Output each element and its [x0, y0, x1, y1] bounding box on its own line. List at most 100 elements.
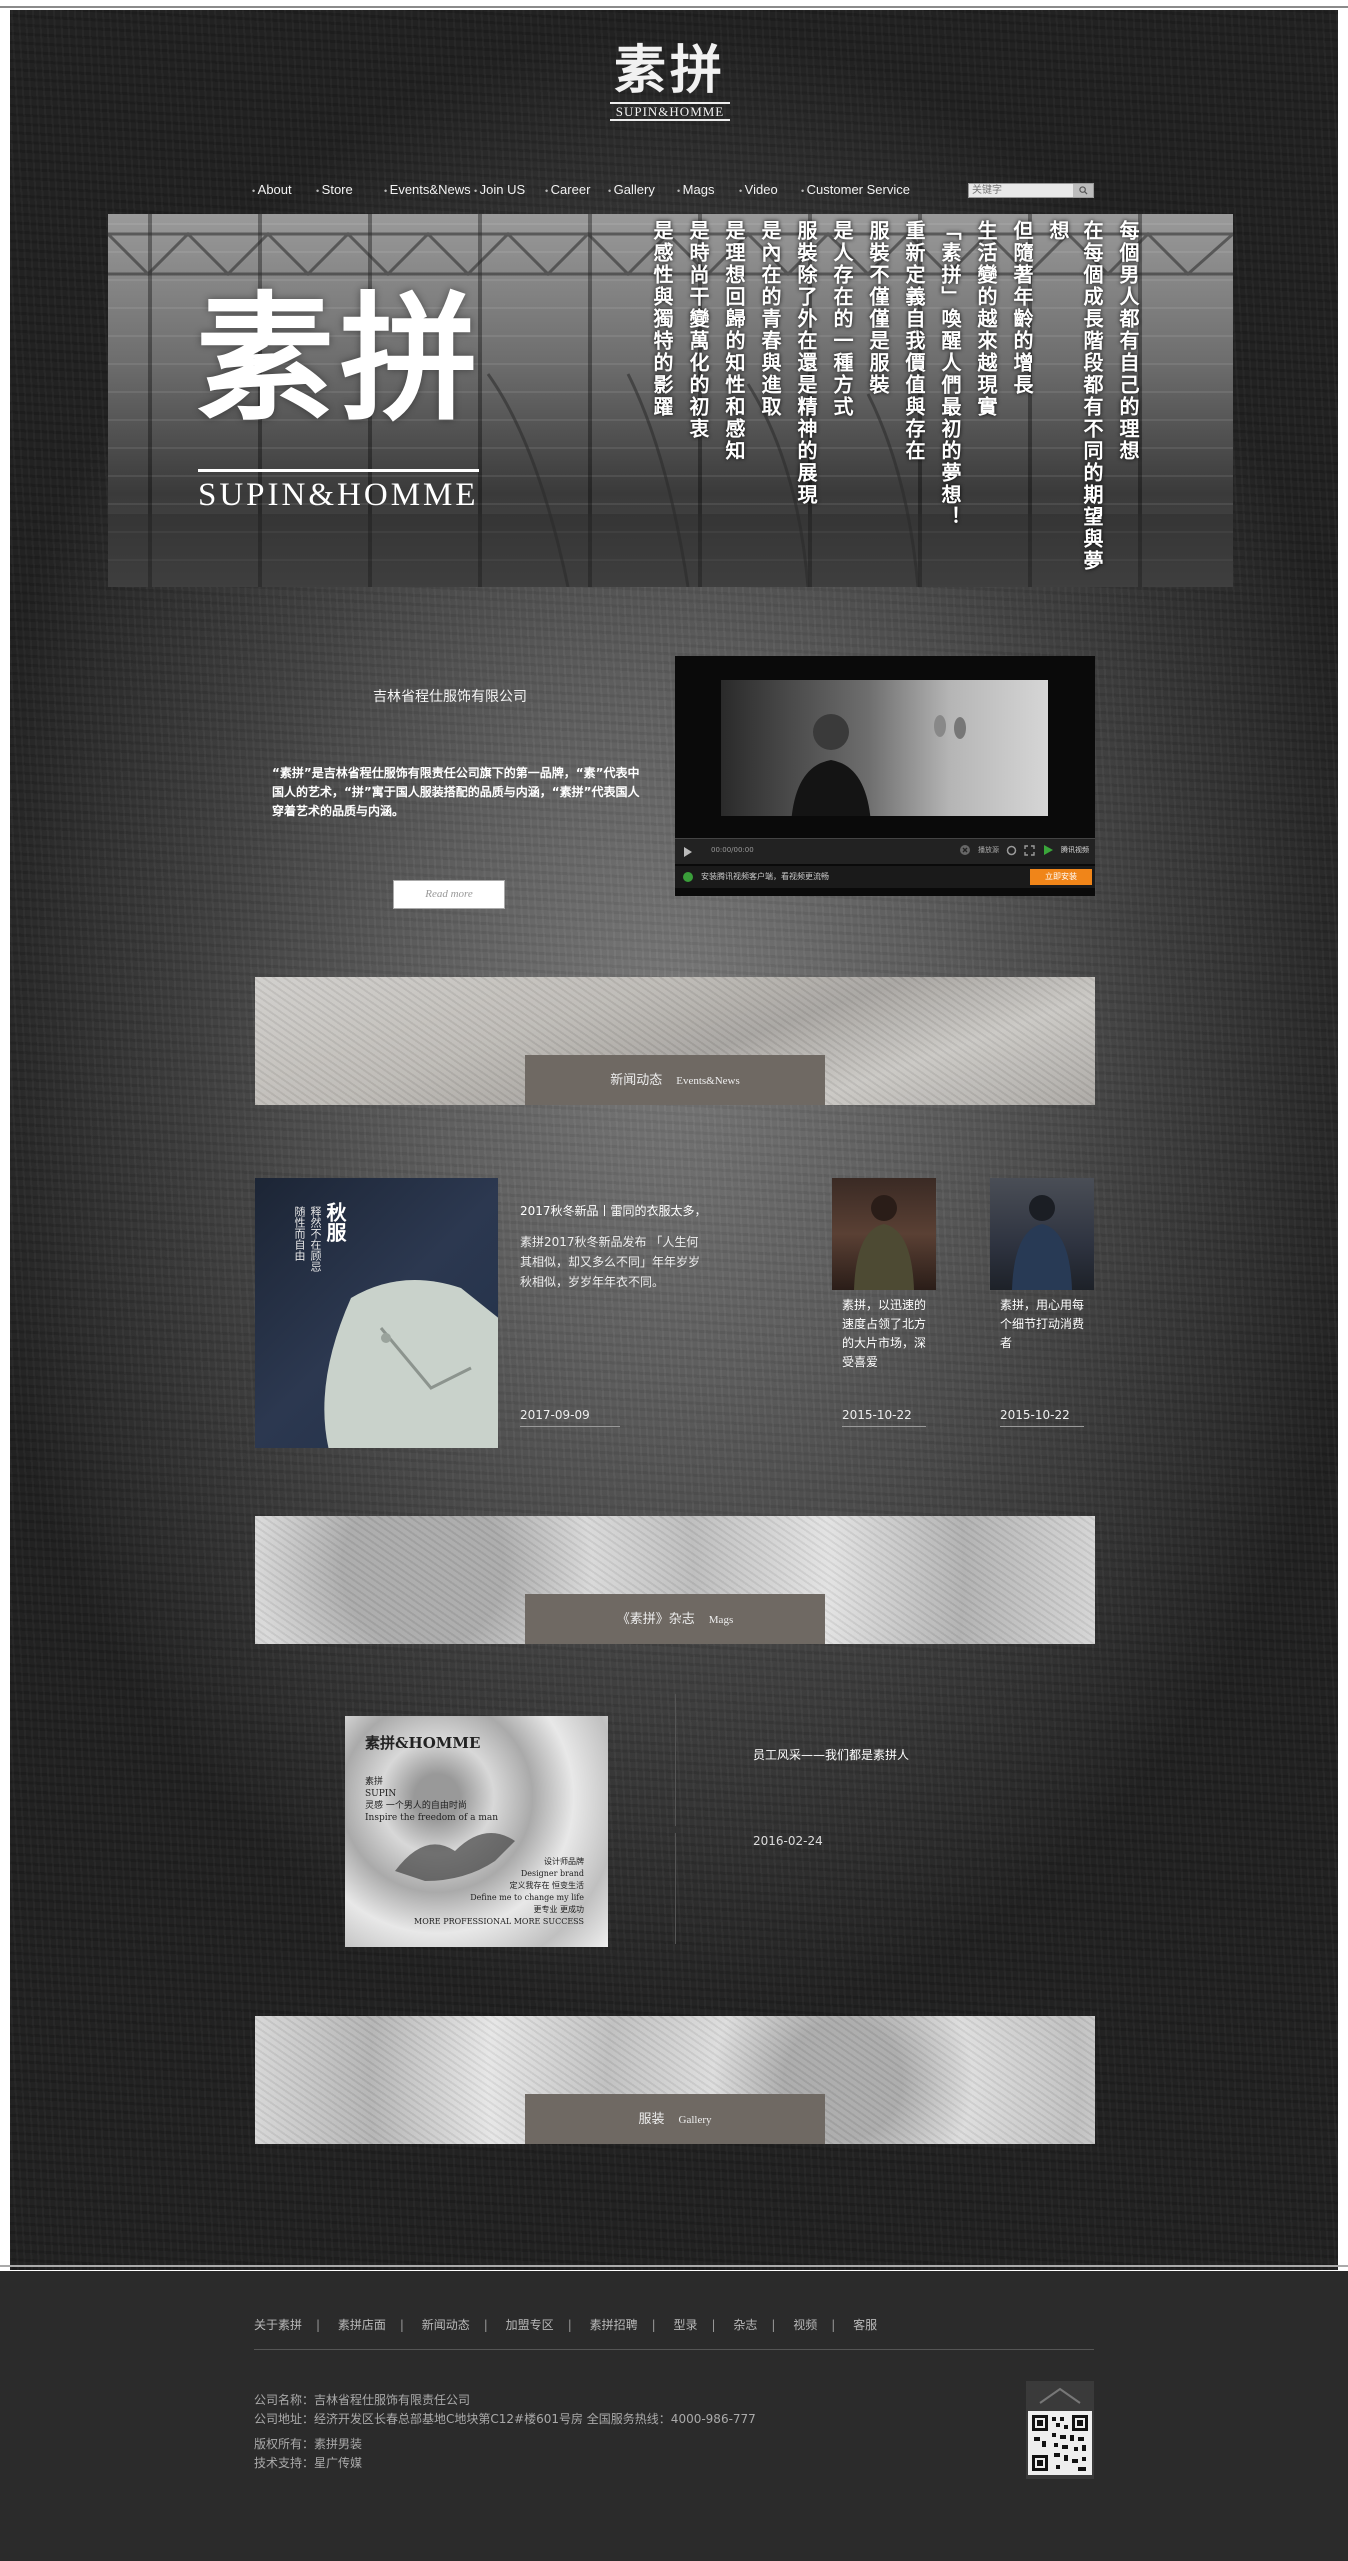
section-title-en: Mags: [708, 1614, 734, 1626]
nav-join-us[interactable]: Join US: [474, 180, 526, 201]
poem-line: 每個男人都有自己的理想: [1116, 220, 1140, 462]
footer-info: 公司名称：吉林省程仕服饰有限责任公司 公司地址：经济开发区长春总部基地C地块第C…: [254, 2391, 756, 2473]
section-header-news: 新闻动态 Events&News: [255, 977, 1095, 1105]
poem-line: 服裝除了外在還是精神的展現: [794, 220, 818, 506]
news-thumb-2[interactable]: [990, 1178, 1094, 1290]
nav-career[interactable]: Career: [545, 180, 591, 201]
section-label-mags[interactable]: 《素拼》杂志 Mags: [525, 1594, 825, 1644]
danmaku-close-icon[interactable]: [959, 844, 971, 856]
poem-line: 服裝不僅僅是服裝: [866, 220, 890, 396]
install-button[interactable]: 立即安装: [1030, 869, 1092, 885]
mag-date: 2016-02-24: [753, 1834, 823, 1848]
settings-icon[interactable]: [1006, 845, 1017, 856]
footer-company-name: 公司名称：吉林省程仕服饰有限责任公司: [254, 2393, 471, 2407]
mag-cover-line: Define me to change my life: [470, 1893, 584, 1902]
news-thumb-2-date: 2015-10-22: [1000, 1408, 1084, 1427]
video-controls: 00:00/00:00 播放源 腾讯视频: [675, 838, 1095, 864]
hero-banner: 素拼 SUPIN&HOMME 每個男人都有自己的理想 在每個成長階段都有不同的期…: [108, 214, 1233, 587]
section-header-gallery: 服装 Gallery: [255, 2016, 1095, 2144]
poem-line: 是感性與獨特的影躍: [650, 220, 674, 418]
mag-cover-tagline: 设计师品牌 Designer brand 定义我存在 恒变生活 Define m…: [414, 1856, 584, 1928]
model-figure: [791, 714, 871, 816]
read-more-button[interactable]: Read more: [393, 880, 505, 909]
news-main-image[interactable]: 秋服 释然不在顾忌 随性而自由: [255, 1178, 498, 1448]
poem-line: 重新定義自我價值與存在: [902, 220, 926, 462]
footer-link-stores[interactable]: 素拼店面: [338, 2318, 386, 2332]
banner-title-en: SUPIN&HOMME: [198, 469, 479, 514]
play-icon[interactable]: [683, 846, 693, 858]
mag-cover-line: 定义我存在 恒变生活: [509, 1881, 584, 1890]
news-main-desc: 素拼2017秋冬新品发布 「人生何其相似，却又多么不同」年年岁岁秋相似，岁岁年年…: [520, 1235, 701, 1289]
poem-line: 但隨著年齡的增長: [1010, 220, 1034, 396]
qr-code-icon: [1026, 2381, 1094, 2479]
video-frame: [721, 680, 1048, 816]
video-brand-label: 腾讯视频: [1061, 846, 1089, 854]
nav-video[interactable]: Video: [739, 180, 778, 201]
tencent-video-icon: [1044, 845, 1053, 855]
footer-link-news[interactable]: 新闻动态: [422, 2318, 470, 2332]
nav-mags[interactable]: Mags: [677, 180, 715, 201]
nav-events-news[interactable]: Events&News: [384, 180, 471, 201]
news-thumb-1-date: 2015-10-22: [842, 1408, 926, 1427]
poem-line: 是內在的青春與進取: [758, 220, 782, 418]
news-image-text-small-2: 随性而自由: [293, 1206, 306, 1261]
footer-link-about[interactable]: 关于素拼: [254, 2318, 302, 2332]
nav-about[interactable]: About: [252, 180, 292, 201]
site-logo[interactable]: 素拼 SUPIN&HOMME: [600, 42, 740, 121]
banner-poem: 每個男人都有自己的理想 在每個成長階段都有不同的期望與夢想 但隨著年齡的增長 生…: [645, 220, 1145, 575]
main-canvas: 素拼 SUPIN&HOMME About Store Events&News J…: [10, 10, 1338, 2270]
poem-line: 是時尚干變萬化的初衷: [686, 220, 710, 440]
search-icon: [1078, 186, 1088, 195]
footer-link-video[interactable]: 视频: [793, 2318, 817, 2332]
section-title-en: Gallery: [678, 2114, 712, 2126]
video-control-icons: 播放源 腾讯视频: [959, 844, 1089, 856]
mag-cover-header: 素拼&HOMME: [365, 1734, 481, 1752]
poem-line: 「素拼」喚醒人們最初的夢想！: [938, 220, 962, 528]
footer-address: 公司地址：经济开发区长春总部基地C地块第C12#楼601号房 全国服务热线：40…: [254, 2412, 756, 2426]
poem-line: 是人存在的一種方式: [830, 220, 854, 418]
model-photo: [854, 1195, 914, 1290]
page-frame: 素拼 SUPIN&HOMME About Store Events&News J…: [0, 0, 1348, 2561]
promo-text: 安装腾讯视频客户端，看视频更流畅: [701, 872, 829, 881]
fullscreen-icon[interactable]: [1024, 844, 1035, 856]
section-label-news[interactable]: 新闻动态 Events&News: [525, 1055, 825, 1105]
poem-line: 生活變的越來越現實: [974, 220, 998, 418]
news-image-text-small-1: 释然不在顾忌: [309, 1206, 322, 1272]
footer-link-catalog[interactable]: 型录: [673, 2318, 697, 2332]
news-thumb-2-caption[interactable]: 素拼，用心用每个细节打动消费者: [1000, 1296, 1092, 1353]
section-title-cn: 新闻动态: [610, 1072, 663, 1087]
section-label-gallery[interactable]: 服装 Gallery: [525, 2094, 825, 2144]
footer-link-careers[interactable]: 素拼招聘: [590, 2318, 638, 2332]
video-time: 00:00/00:00: [711, 846, 754, 854]
mag-cover-line: 素拼: [365, 1777, 384, 1787]
top-divider: [0, 6, 1348, 8]
footer-link-mags[interactable]: 杂志: [733, 2318, 757, 2332]
news-main-date: 2017-09-09: [520, 1408, 620, 1427]
poem-line: 在每個成長階段都有不同的期望與夢想: [1046, 220, 1104, 572]
mag-cover-line: SUPIN: [365, 1789, 397, 1799]
nav-store[interactable]: Store: [316, 180, 353, 201]
nav-customer-service[interactable]: Customer Service: [801, 180, 910, 201]
video-player[interactable]: 00:00/00:00 播放源 腾讯视频 安装腾讯视频客户端，看视频更流畅 立即…: [675, 656, 1095, 896]
news-thumb-1-caption[interactable]: 素拼，以迅速的速度占领了北方的大片市场，深受喜爱: [842, 1296, 934, 1372]
footer-link-franchise[interactable]: 加盟专区: [506, 2318, 554, 2332]
footer-link-service[interactable]: 客服: [853, 2318, 877, 2332]
section-title-en: Events&News: [676, 1075, 740, 1087]
mag-title[interactable]: 员工风采——我们都是素拼人: [753, 1746, 909, 1763]
company-name: 吉林省程仕服饰有限公司: [373, 688, 527, 704]
news-thumb-1[interactable]: [832, 1178, 936, 1290]
news-image-text-large: 秋服: [323, 1202, 347, 1242]
timeline-divider: [672, 1694, 679, 1944]
nav-gallery[interactable]: Gallery: [608, 180, 655, 201]
search-button[interactable]: [1073, 184, 1093, 197]
logo-cn: 素拼: [613, 40, 726, 101]
news-main-title[interactable]: 2017秋冬新品丨雷同的衣服太多，: [520, 1202, 707, 1219]
section-title-cn: 《素拼》杂志: [616, 1611, 695, 1626]
search-input[interactable]: [969, 184, 1073, 197]
model-photo: [1012, 1195, 1072, 1290]
video-source-label[interactable]: 播放源: [978, 845, 999, 855]
magazine-cover[interactable]: 素拼&HOMME 素拼 SUPIN 灵感 一个男人的自由时尚 Inspire t…: [345, 1716, 608, 1947]
timeline-dot: [672, 1826, 679, 1833]
bird-ornament: [934, 715, 966, 739]
tencent-logo-icon: [683, 872, 693, 882]
